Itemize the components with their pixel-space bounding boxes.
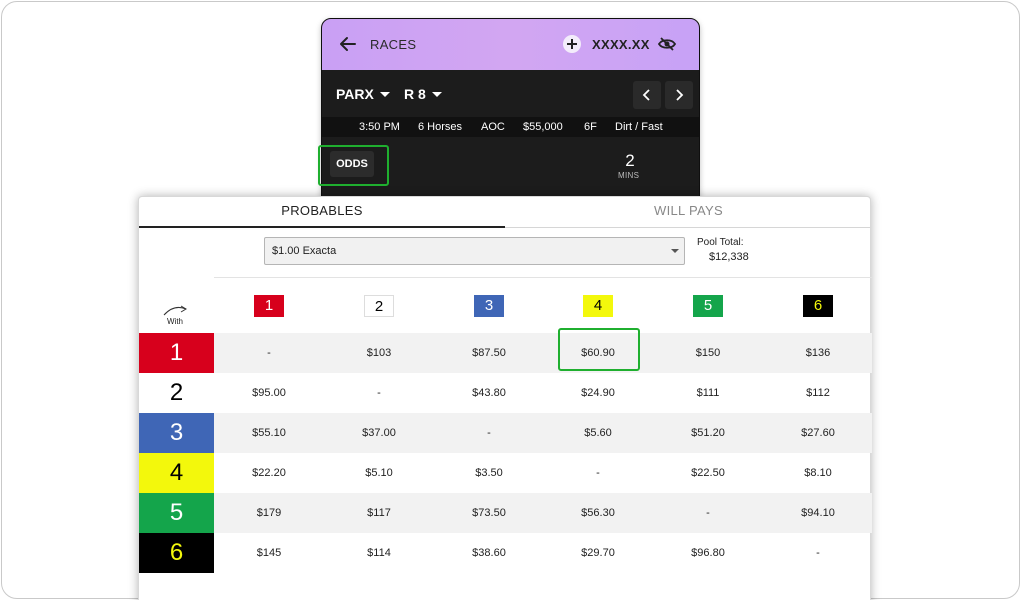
probable-payout-cell[interactable]: $73.50 <box>434 493 544 533</box>
row-header-runner: 2 <box>139 373 214 413</box>
track-name: PARX <box>336 86 374 102</box>
track-selector[interactable]: PARX <box>336 86 390 102</box>
probable-payout-cell[interactable]: $43.80 <box>434 373 544 413</box>
column-header-runner: 4 <box>583 295 613 317</box>
odds-button[interactable]: ODDS <box>330 151 374 177</box>
chevron-right-icon <box>676 89 684 101</box>
dropdown-arrow-icon <box>671 249 679 253</box>
hide-balance-eye-icon[interactable] <box>658 36 676 52</box>
probable-payout-cell[interactable]: $60.90 <box>543 333 653 373</box>
tab-bar: PROBABLES WILL PAYS <box>139 197 870 228</box>
probable-payout-cell[interactable]: $27.60 <box>763 413 873 453</box>
column-header-runner: 6 <box>803 295 833 317</box>
probable-payout-cell[interactable]: $95.00 <box>214 373 324 413</box>
table-row: 1- $103 $87.50 $60.90 $150 $136 <box>139 333 872 373</box>
table-row: 5 $179 $117 $73.50 $56.30- $94.10 <box>139 493 872 533</box>
probable-payout-cell[interactable]: $51.20 <box>653 413 763 453</box>
chevron-down-icon <box>431 92 442 97</box>
probable-payout-cell[interactable]: $8.10 <box>763 453 873 493</box>
probable-payout-cell[interactable]: - <box>324 373 434 413</box>
account-balance: XXXX.XX <box>592 37 650 52</box>
probable-payout-cell[interactable]: $96.80 <box>653 533 763 573</box>
probable-payout-cell[interactable]: $87.50 <box>434 333 544 373</box>
table-row: 3 $55.10 $37.00- $5.60 $51.20 $27.60 <box>139 413 872 453</box>
column-header-runner: 3 <box>474 295 504 317</box>
probable-payout-cell[interactable]: $145 <box>214 533 324 573</box>
probable-payout-cell[interactable]: $37.00 <box>324 413 434 453</box>
probable-payout-cell[interactable]: $55.10 <box>214 413 324 453</box>
race-type: AOC <box>481 121 505 133</box>
app-header: RACES XXXX.XX <box>322 19 699 70</box>
distance: 6F <box>584 121 597 133</box>
probable-payout-cell[interactable]: $150 <box>653 333 763 373</box>
probable-payout-cell[interactable]: - <box>214 333 324 373</box>
minutes-label: MINS <box>618 171 640 180</box>
table-row: 2 $95.00- $43.80 $24.90 $111 $112 <box>139 373 872 413</box>
column-header-runner: 2 <box>364 295 394 317</box>
probable-payout-cell[interactable]: $38.60 <box>434 533 544 573</box>
minutes-to-post: 2 <box>625 151 635 170</box>
add-funds-icon[interactable] <box>563 35 581 53</box>
chevron-left-icon <box>642 89 650 101</box>
probable-payout-cell[interactable]: $94.10 <box>763 493 873 533</box>
curved-arrow-icon <box>163 305 187 316</box>
probable-payout-cell[interactable]: $117 <box>324 493 434 533</box>
race-nav: PARX R 8 <box>322 70 699 117</box>
race-card-header: RACES XXXX.XX PARX R 8 3:50 PM 6 Horses … <box>321 18 700 218</box>
probable-payout-cell[interactable]: $3.50 <box>434 453 544 493</box>
probable-payout-cell[interactable]: $103 <box>324 333 434 373</box>
probable-payout-cell[interactable]: $5.10 <box>324 453 434 493</box>
race-number: R 8 <box>404 86 426 102</box>
horse-count: 6 Horses <box>418 121 463 133</box>
tab-probables[interactable]: PROBABLES <box>139 197 505 228</box>
probable-payout-cell[interactable]: $22.20 <box>214 453 324 493</box>
probable-payout-cell[interactable]: $114 <box>324 533 434 573</box>
row-header-runner: 5 <box>139 493 214 533</box>
bet-type-value: $1.00 Exacta <box>272 245 337 257</box>
probable-payout-cell[interactable]: $136 <box>763 333 873 373</box>
probable-payout-cell[interactable]: $111 <box>653 373 763 413</box>
back-arrow-icon[interactable] <box>338 34 358 54</box>
page-title: RACES <box>370 37 417 52</box>
surface-condition: Dirt / Fast <box>615 121 663 133</box>
chevron-down-icon <box>379 92 390 97</box>
divider <box>214 277 872 278</box>
post-time: 3:50 PM <box>359 121 400 133</box>
with-indicator: With <box>161 305 189 326</box>
purse: $55,000 <box>523 121 563 133</box>
pool-total-value: $12,338 <box>709 251 749 263</box>
column-header-runner: 1 <box>254 295 284 317</box>
previous-race-button[interactable] <box>633 81 661 109</box>
probable-payout-cell[interactable]: - <box>434 413 544 453</box>
probable-payout-cell[interactable]: $56.30 <box>543 493 653 533</box>
with-label: With <box>167 317 183 326</box>
tab-will-pays[interactable]: WILL PAYS <box>505 197 872 228</box>
probable-payout-cell[interactable]: $112 <box>763 373 873 413</box>
probable-payout-cell[interactable]: $22.50 <box>653 453 763 493</box>
bet-type-select[interactable]: $1.00 Exacta <box>264 237 685 265</box>
probable-payout-cell[interactable]: - <box>763 533 873 573</box>
probables-panel: PROBABLES WILL PAYS $1.00 Exacta Pool To… <box>138 196 872 600</box>
probable-payout-cell[interactable]: - <box>653 493 763 533</box>
race-selector[interactable]: R 8 <box>404 86 442 102</box>
probable-payout-cell[interactable]: $24.90 <box>543 373 653 413</box>
row-header-runner: 3 <box>139 413 214 453</box>
probable-payout-cell[interactable]: $179 <box>214 493 324 533</box>
row-header-runner: 4 <box>139 453 214 493</box>
row-header-runner: 1 <box>139 333 214 373</box>
pool-total-label: Pool Total: <box>697 237 744 248</box>
table-row: 6 $145 $114 $38.60 $29.70 $96.80- <box>139 533 872 573</box>
probable-payout-cell[interactable]: $5.60 <box>543 413 653 453</box>
probable-payout-cell[interactable]: $29.70 <box>543 533 653 573</box>
race-info-bar: 3:50 PM 6 Horses AOC $55,000 6F Dirt / F… <box>322 117 699 137</box>
next-race-button[interactable] <box>665 81 693 109</box>
row-header-runner: 6 <box>139 533 214 573</box>
table-row: 4 $22.20 $5.10 $3.50- $22.50 $8.10 <box>139 453 872 493</box>
column-header-runner: 5 <box>693 295 723 317</box>
probable-payout-cell[interactable]: - <box>543 453 653 493</box>
